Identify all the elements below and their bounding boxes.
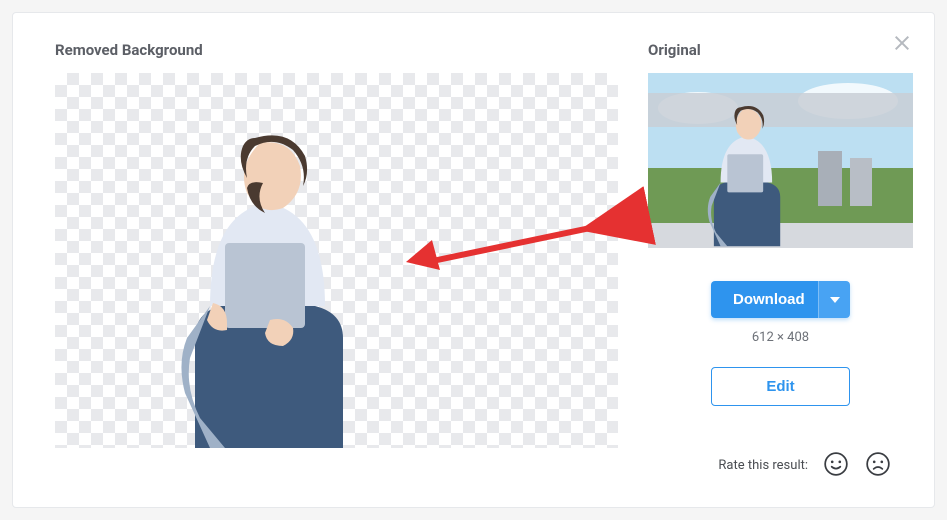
image-dimensions: 612 × 408 [752,330,809,345]
removed-background-preview [55,73,618,448]
original-title: Original [648,41,701,59]
chevron-down-icon [830,297,840,303]
removed-title: Removed Background [55,41,618,59]
close-icon [890,31,914,55]
close-button[interactable] [890,31,914,55]
download-button[interactable]: Download [711,281,818,318]
content-row: Removed Background Original [55,41,892,448]
removed-column: Removed Background [55,41,618,448]
smile-icon [823,451,849,477]
rate-row: Rate this result: [718,451,892,479]
download-options-button[interactable] [818,281,850,318]
original-preview [648,73,913,248]
rate-label: Rate this result: [718,458,808,473]
download-button-group: Download [711,281,850,318]
rate-good-button[interactable] [822,451,850,479]
person-illustration [115,88,405,448]
result-card: Removed Background Original [12,12,935,508]
frown-icon [865,451,891,477]
edit-button[interactable]: Edit [711,367,850,406]
original-column: Original [648,41,913,448]
person-illustration-small [678,83,808,248]
rate-bad-button[interactable] [864,451,892,479]
